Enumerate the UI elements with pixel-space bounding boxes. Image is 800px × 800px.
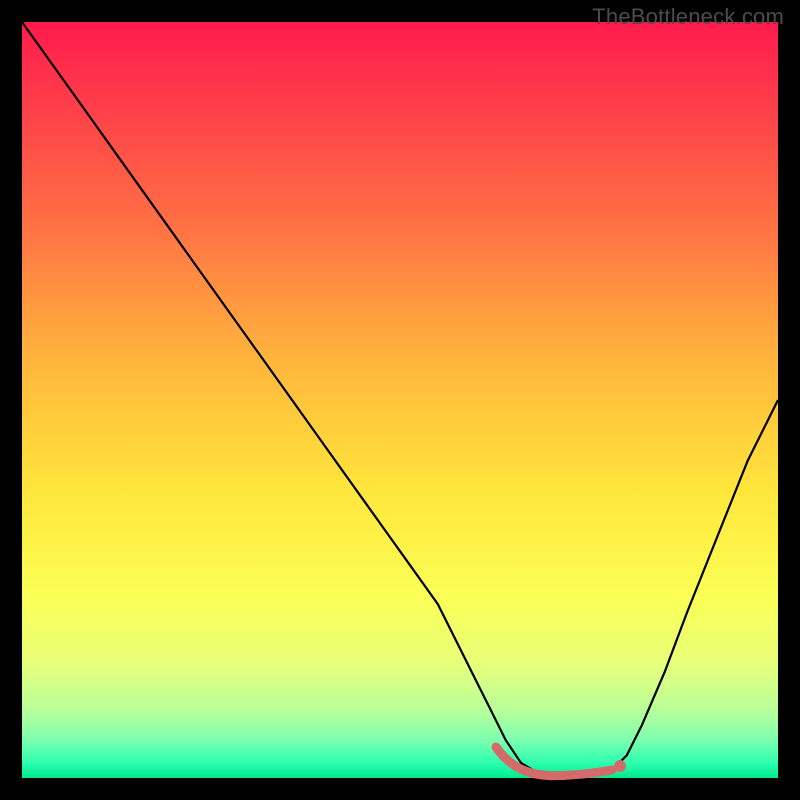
- bottleneck-curve: [22, 22, 778, 777]
- watermark-text: TheBottleneck.com: [592, 4, 784, 30]
- plot-area: [22, 22, 778, 778]
- curve-svg: [22, 22, 778, 778]
- valley-end-dot: [614, 760, 626, 772]
- chart-frame: TheBottleneck.com: [0, 0, 800, 800]
